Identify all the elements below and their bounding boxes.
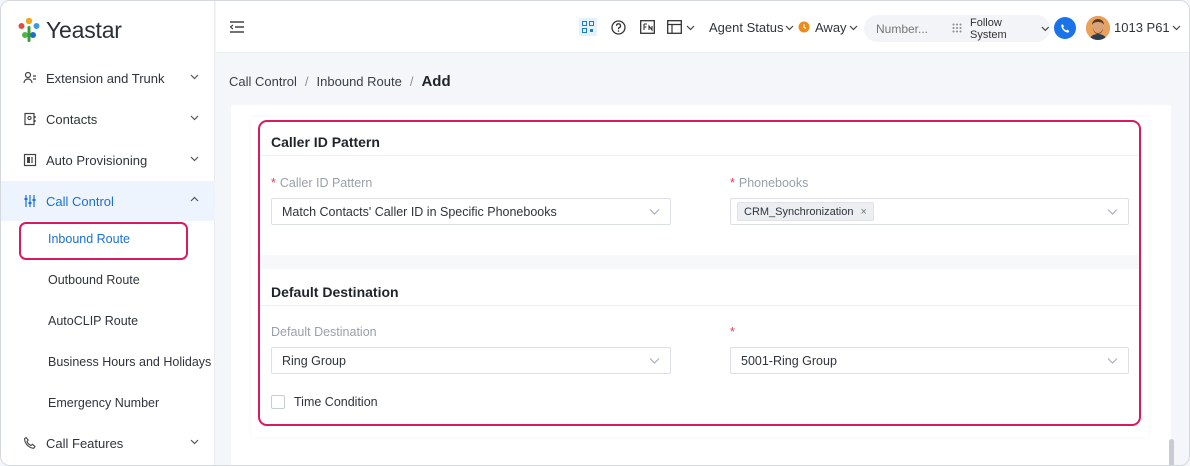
app-window: Yeastar Extension and Trunk Contacts Aut…	[0, 0, 1190, 466]
sidebar-subitem-label: Business Hours and Holidays	[48, 355, 212, 369]
number-input[interactable]	[876, 20, 942, 37]
sidebar-subitem-label: Emergency Number	[48, 396, 160, 410]
avatar[interactable]	[1086, 16, 1110, 40]
help-icon	[611, 19, 626, 35]
logo-text: Yeastar	[46, 16, 122, 43]
sidebar-item-label: Call Features	[46, 435, 124, 451]
chevron-down-icon	[786, 25, 794, 30]
sidebar-item-call-control[interactable]: Call Control	[1, 181, 215, 221]
chevron-up-icon	[190, 196, 199, 202]
chevron-down-icon	[190, 439, 199, 445]
sidebar-item-extension-and-trunk[interactable]: Extension and Trunk	[1, 58, 215, 98]
phone-icon	[23, 436, 36, 449]
sidebar-subitem-outbound-route[interactable]: Outbound Route	[1, 260, 215, 300]
chevron-down-icon	[190, 74, 199, 80]
breadcrumb: Call Control / Inbound Route / Add	[229, 71, 451, 91]
layout-switch-button[interactable]	[667, 1, 695, 53]
sidebar-subitem-autoclip-route[interactable]: AutoCLIP Route	[1, 301, 215, 341]
dial-search-bar: Follow System	[864, 15, 1050, 42]
breadcrumb-inbound-route[interactable]: Inbound Route	[317, 74, 402, 89]
follow-system-dropdown[interactable]: Follow System	[970, 15, 1050, 42]
menu-fold-icon	[230, 21, 244, 33]
sidebar-item-call-features[interactable]: Call Features	[1, 423, 215, 463]
fn-keys-button[interactable]	[640, 1, 655, 53]
chevron-down-icon	[190, 156, 199, 162]
provisioning-icon	[23, 153, 37, 167]
yeastar-logo-icon	[18, 17, 40, 42]
highlight-box-inbound-route	[19, 222, 188, 260]
sidebar-subitem-emergency-number[interactable]: Emergency Number	[1, 383, 215, 423]
sidebar-subitem-business-hours[interactable]: Business Hours and Holidays	[1, 342, 215, 382]
sidebar-item-label: Extension and Trunk	[46, 70, 165, 86]
highlight-box-form	[258, 120, 1141, 426]
logo: Yeastar	[17, 15, 122, 45]
user-photo-icon	[1086, 16, 1110, 40]
chevron-down-icon	[1172, 25, 1181, 30]
away-status-icon	[798, 21, 810, 33]
page-title: Add	[421, 72, 451, 90]
phone-icon	[1060, 23, 1069, 33]
user-label: 1013 P61	[1114, 19, 1170, 35]
topbar: Agent Status Away Follow System	[216, 1, 1189, 53]
contacts-icon	[24, 112, 36, 126]
sidebar-item-contacts[interactable]: Contacts	[1, 99, 215, 139]
call-button[interactable]	[1054, 17, 1076, 39]
qr-code-icon	[582, 21, 594, 33]
follow-system-label: Follow System	[970, 16, 1007, 41]
sidebar: Yeastar Extension and Trunk Contacts Aut…	[1, 1, 215, 465]
sidebar-item-auto-provisioning[interactable]: Auto Provisioning	[1, 140, 215, 180]
collapse-menu-button[interactable]	[230, 1, 244, 53]
sidebar-subitem-label: AutoCLIP Route	[48, 314, 139, 328]
away-label: Away	[815, 19, 847, 35]
sidebar-subitem-label: Outbound Route	[48, 273, 140, 287]
chevron-down-icon	[1041, 26, 1050, 32]
breadcrumb-call-control[interactable]: Call Control	[229, 74, 297, 89]
chevron-down-icon	[190, 115, 199, 121]
user-list-icon	[23, 71, 36, 84]
user-menu-dropdown[interactable]: 1013 P61	[1114, 1, 1181, 53]
function-keys-icon	[640, 20, 655, 34]
sidebar-item-label: Auto Provisioning	[46, 152, 148, 168]
sidebar-item-label: Contacts	[46, 111, 98, 127]
help-button[interactable]	[611, 1, 626, 53]
dialpad-icon[interactable]	[952, 23, 962, 33]
sidebar-item-label: Call Control	[46, 193, 114, 209]
presence-status-dropdown[interactable]: Away	[798, 1, 858, 53]
window-layout-icon	[667, 20, 682, 34]
chevron-down-icon	[849, 25, 857, 30]
breadcrumb-separator: /	[409, 73, 414, 89]
agent-status-label: Agent Status	[709, 19, 784, 35]
agent-status-dropdown[interactable]: Agent Status	[709, 1, 794, 53]
chevron-down-icon	[686, 25, 695, 30]
scrollbar[interactable]	[1169, 439, 1174, 465]
qr-code-button[interactable]	[579, 1, 597, 53]
breadcrumb-separator: /	[304, 73, 309, 89]
call-control-icon	[24, 195, 36, 207]
